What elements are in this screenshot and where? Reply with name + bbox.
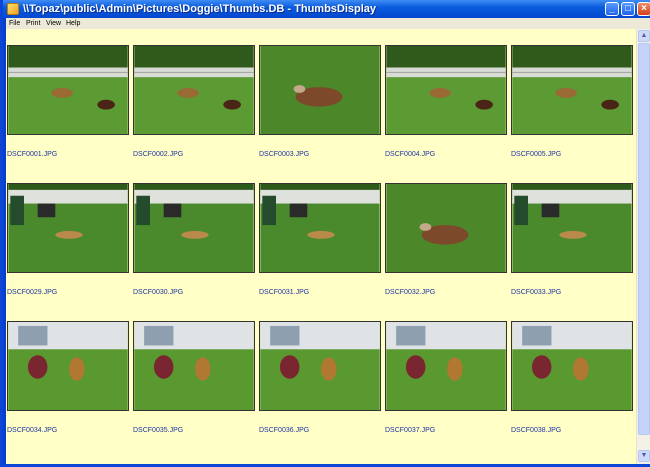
scroll-up-button[interactable]: ▲	[638, 30, 650, 42]
scroll-thumb[interactable]	[638, 43, 650, 435]
thumbnail-filename: DSCF0038.JPG	[511, 427, 562, 434]
thumbnail-filename: DSCF0031.JPG	[259, 289, 310, 296]
thumbnail-image[interactable]	[385, 321, 507, 411]
thumbnail-image[interactable]	[7, 183, 129, 273]
thumbnail-filename: DSCF0036.JPG	[259, 427, 310, 434]
thumbnail-image[interactable]	[259, 45, 381, 135]
thumbnail-image[interactable]	[7, 321, 129, 411]
thumbnail-image[interactable]	[511, 321, 633, 411]
menu-file[interactable]: File	[9, 18, 20, 29]
thumbnail-image[interactable]	[385, 45, 507, 135]
thumbnail-filename: DSCF0035.JPG	[133, 427, 184, 434]
thumbnail-filename: DSCF0032.JPG	[385, 289, 436, 296]
window-title: \\Topaz\public\Admin\Pictures\Doggie\Thu…	[23, 3, 377, 15]
thumbnail-image[interactable]	[259, 321, 381, 411]
menu-view[interactable]: View	[46, 18, 61, 29]
maximize-button[interactable]: □	[621, 2, 635, 16]
thumbnail-image[interactable]	[259, 183, 381, 273]
thumbnail-filename: DSCF0004.JPG	[385, 151, 436, 158]
thumbnail-image[interactable]	[385, 183, 507, 273]
title-bar[interactable]: \\Topaz\public\Admin\Pictures\Doggie\Thu…	[3, 0, 650, 18]
close-button[interactable]: ×	[637, 2, 650, 16]
vertical-scrollbar[interactable]: ▲ ▼	[636, 29, 650, 464]
thumbnail-image[interactable]	[133, 45, 255, 135]
app-window: \\Topaz\public\Admin\Pictures\Doggie\Thu…	[0, 0, 650, 467]
thumbnail-filename: DSCF0033.JPG	[511, 289, 562, 296]
thumbnail-image[interactable]	[7, 45, 129, 135]
thumbnail-image[interactable]	[133, 321, 255, 411]
thumbnail-filename: DSCF0037.JPG	[385, 427, 436, 434]
menu-print[interactable]: Print	[26, 18, 40, 29]
minimize-button[interactable]: _	[605, 2, 619, 16]
thumbnail-filename: DSCF0034.JPG	[7, 427, 58, 434]
thumbnail-filename: DSCF0029.JPG	[7, 289, 58, 296]
scroll-down-button[interactable]: ▼	[638, 450, 650, 462]
thumbnail-filename: DSCF0001.JPG	[7, 151, 58, 158]
app-icon	[7, 3, 19, 15]
thumbnail-image[interactable]	[511, 45, 633, 135]
thumbnail-image[interactable]	[511, 183, 633, 273]
thumbnail-filename: DSCF0002.JPG	[133, 151, 184, 158]
thumbnail-filename: DSCF0003.JPG	[259, 151, 310, 158]
thumbnail-filename: DSCF0030.JPG	[133, 289, 184, 296]
menu-bar: File Print View Help	[6, 18, 650, 29]
thumbnail-grid: DSCF0001.JPG DSCF0002.JPG DSCF0003.JPG DSCF…	[6, 29, 636, 464]
thumbnail-image[interactable]	[133, 183, 255, 273]
thumbnail-filename: DSCF0005.JPG	[511, 151, 562, 158]
menu-help[interactable]: Help	[66, 18, 80, 29]
